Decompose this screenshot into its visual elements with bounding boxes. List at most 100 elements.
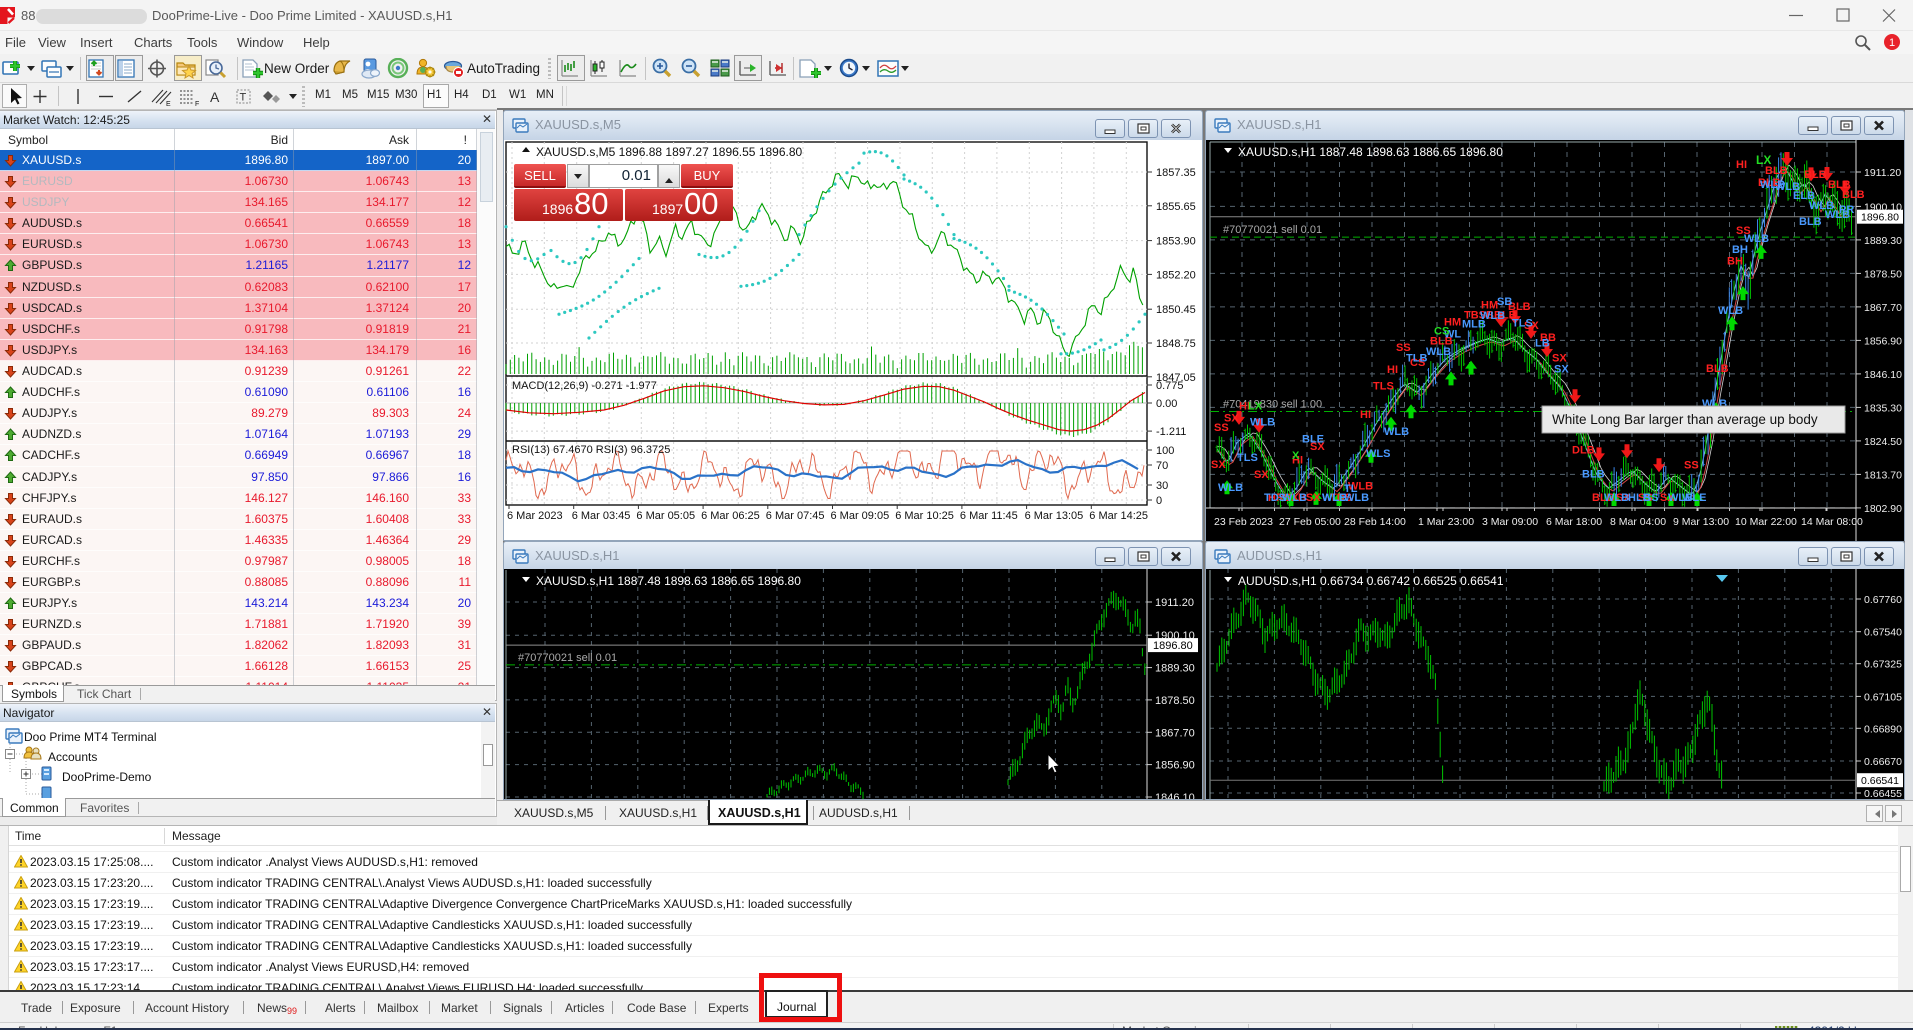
svg-text:1878.50: 1878.50 bbox=[1155, 695, 1195, 707]
svg-text:#70770021 sell 0.01: #70770021 sell 0.01 bbox=[518, 652, 617, 664]
svg-text:1889.30: 1889.30 bbox=[1864, 235, 1902, 247]
svg-text:6 Mar 11:45: 6 Mar 11:45 bbox=[960, 510, 1018, 522]
svg-text:WLB: WLB bbox=[1218, 482, 1243, 494]
svg-text:X: X bbox=[1292, 450, 1300, 462]
svg-text:LX: LX bbox=[1248, 400, 1263, 412]
svg-text:WLS: WLS bbox=[1366, 448, 1390, 460]
svg-text:1835.30: 1835.30 bbox=[1864, 402, 1902, 414]
svg-text:0.66670: 0.66670 bbox=[1864, 756, 1902, 768]
svg-text:BLB: BLB bbox=[1804, 169, 1827, 181]
svg-text:WLB: WLB bbox=[1384, 426, 1409, 438]
svg-text:RSI(13) 67.4670 RSI(3) 96.372: RSI(13) 67.4670 RSI(3) 96.3725 bbox=[512, 444, 670, 456]
svg-text:0.00: 0.00 bbox=[1156, 398, 1177, 410]
svg-text:1911.20: 1911.20 bbox=[1864, 167, 1901, 179]
svg-text:3 Mar 09:00: 3 Mar 09:00 bbox=[1482, 516, 1538, 528]
svg-text:SX: SX bbox=[1554, 364, 1569, 376]
svg-text:#70419830 sell 1.00: #70419830 sell 1.00 bbox=[1223, 399, 1322, 411]
svg-text:6 Mar 10:25: 6 Mar 10:25 bbox=[895, 510, 954, 522]
svg-text:TLS: TLS bbox=[1237, 452, 1258, 464]
svg-text:1848.75: 1848.75 bbox=[1156, 338, 1196, 350]
svg-text:TL: TL bbox=[1344, 483, 1358, 495]
svg-text:6 Mar 03:45: 6 Mar 03:45 bbox=[572, 510, 631, 522]
svg-text:BH: BH bbox=[1732, 244, 1748, 256]
svg-text:WLB: WLB bbox=[1250, 417, 1275, 429]
svg-text:0.67540: 0.67540 bbox=[1864, 627, 1902, 639]
svg-text:6 Mar 06:25: 6 Mar 06:25 bbox=[701, 510, 760, 522]
svg-text:23 Feb 2023: 23 Feb 2023 bbox=[1214, 516, 1273, 528]
svg-text:HI: HI bbox=[1387, 364, 1398, 376]
svg-text:BH: BH bbox=[1727, 256, 1743, 268]
svg-text:0: 0 bbox=[1156, 495, 1162, 507]
svg-text:LB: LB bbox=[1535, 338, 1550, 350]
svg-text:70: 70 bbox=[1156, 460, 1168, 472]
svg-text:6 Mar 2023: 6 Mar 2023 bbox=[507, 510, 563, 522]
svg-text:SX: SX bbox=[1224, 413, 1239, 425]
svg-text:WLB: WLB bbox=[1426, 346, 1451, 358]
svg-text:28 Feb 14:00: 28 Feb 14:00 bbox=[1344, 516, 1406, 528]
svg-text:1856.90: 1856.90 bbox=[1864, 335, 1902, 347]
svg-text:100: 100 bbox=[1156, 445, 1174, 457]
svg-text:WLB: WLB bbox=[1718, 305, 1743, 317]
svg-text:6 Mar 14:25: 6 Mar 14:25 bbox=[1089, 510, 1148, 522]
svg-text:HI: HI bbox=[1360, 409, 1371, 421]
svg-text:LX: LX bbox=[1756, 153, 1771, 167]
svg-text:XAUUSD.s,H1 1887.48 1898.63 1: XAUUSD.s,H1 1887.48 1898.63 1886.65 1896… bbox=[536, 574, 801, 588]
svg-text:1878.50: 1878.50 bbox=[1864, 268, 1902, 280]
svg-text:1824.50: 1824.50 bbox=[1864, 436, 1902, 448]
svg-text:1802.90: 1802.90 bbox=[1864, 503, 1902, 515]
svg-text:A: A bbox=[210, 89, 220, 105]
svg-text:1856.90: 1856.90 bbox=[1155, 760, 1195, 772]
svg-text:6 Mar 13:05: 6 Mar 13:05 bbox=[1025, 510, 1084, 522]
svg-text:BLB: BLB bbox=[1706, 363, 1729, 375]
svg-text:1896.80: 1896.80 bbox=[1861, 212, 1899, 224]
svg-text:-1.211: -1.211 bbox=[1156, 426, 1186, 438]
svg-text:PR: PR bbox=[1839, 204, 1854, 216]
svg-text:WLB: WLB bbox=[1744, 233, 1769, 245]
svg-text:BLB: BLB bbox=[1842, 189, 1865, 201]
svg-text:27 Feb 05:00: 27 Feb 05:00 bbox=[1279, 516, 1341, 528]
svg-text:F: F bbox=[195, 101, 199, 108]
svg-text:0.67760: 0.67760 bbox=[1864, 594, 1902, 606]
svg-text:MACD(12,26,9) -0.271 -1.977: MACD(12,26,9) -0.271 -1.977 bbox=[512, 380, 657, 392]
svg-text:TLS: TLS bbox=[1373, 381, 1394, 393]
svg-text:1855.65: 1855.65 bbox=[1156, 201, 1196, 213]
svg-text:9 Mar 13:00: 9 Mar 13:00 bbox=[1673, 516, 1729, 528]
svg-text:T: T bbox=[240, 92, 247, 104]
svg-text:1867.70: 1867.70 bbox=[1155, 727, 1195, 739]
svg-text:HI: HI bbox=[1736, 159, 1747, 171]
svg-text:AUDUSD.s,H1 0.66734 0.66742 0: AUDUSD.s,H1 0.66734 0.66742 0.66525 0.66… bbox=[1238, 574, 1504, 588]
svg-text:XAUUSD.s,H1 1887.48 1898.63 1: XAUUSD.s,H1 1887.48 1898.63 1886.65 1896… bbox=[1238, 145, 1503, 159]
svg-text:1852.20: 1852.20 bbox=[1156, 269, 1196, 281]
svg-text:1850.45: 1850.45 bbox=[1156, 304, 1196, 316]
svg-text:White Long Bar larger than ave: White Long Bar larger than average up bo… bbox=[1552, 412, 1818, 427]
svg-text:0.67325: 0.67325 bbox=[1864, 659, 1902, 671]
svg-text:0.775: 0.775 bbox=[1156, 380, 1184, 392]
svg-text:1867.70: 1867.70 bbox=[1864, 302, 1902, 314]
svg-text:1813.70: 1813.70 bbox=[1864, 469, 1902, 481]
svg-text:1889.30: 1889.30 bbox=[1155, 663, 1195, 675]
svg-text:8 Mar 04:00: 8 Mar 04:00 bbox=[1610, 516, 1666, 528]
svg-text:SS: SS bbox=[1644, 492, 1659, 504]
svg-text:BLB: BLB bbox=[1799, 216, 1822, 228]
svg-text:TLS: TLS bbox=[1512, 317, 1533, 329]
svg-text:14 Mar 08:00: 14 Mar 08:00 bbox=[1801, 516, 1863, 528]
svg-text:WLB: WLB bbox=[1282, 492, 1307, 504]
svg-text:0.66541: 0.66541 bbox=[1861, 775, 1899, 787]
svg-text:WLB: WLB bbox=[1760, 179, 1785, 191]
svg-text:TLB: TLB bbox=[1406, 353, 1427, 365]
svg-text:10 Mar 22:00: 10 Mar 22:00 bbox=[1735, 516, 1797, 528]
svg-text:6 Mar 07:45: 6 Mar 07:45 bbox=[766, 510, 825, 522]
svg-text:6 Mar 09:05: 6 Mar 09:05 bbox=[831, 510, 890, 522]
svg-text:1857.35: 1857.35 bbox=[1156, 167, 1196, 179]
svg-text:6 Mar 05:05: 6 Mar 05:05 bbox=[636, 510, 695, 522]
svg-text:6 Mar 18:00: 6 Mar 18:00 bbox=[1546, 516, 1602, 528]
svg-text:SX: SX bbox=[1254, 469, 1269, 481]
svg-text:1846.10: 1846.10 bbox=[1155, 792, 1195, 800]
svg-text:1 Mar 23:00: 1 Mar 23:00 bbox=[1418, 516, 1474, 528]
svg-text:0.66455: 0.66455 bbox=[1864, 788, 1902, 800]
svg-text:WLE: WLE bbox=[1682, 492, 1706, 504]
svg-text:1853.90: 1853.90 bbox=[1156, 236, 1196, 248]
svg-text:DLB: DLB bbox=[1572, 445, 1595, 457]
svg-text:0.66890: 0.66890 bbox=[1864, 723, 1902, 735]
svg-text:SB: SB bbox=[1497, 296, 1512, 308]
